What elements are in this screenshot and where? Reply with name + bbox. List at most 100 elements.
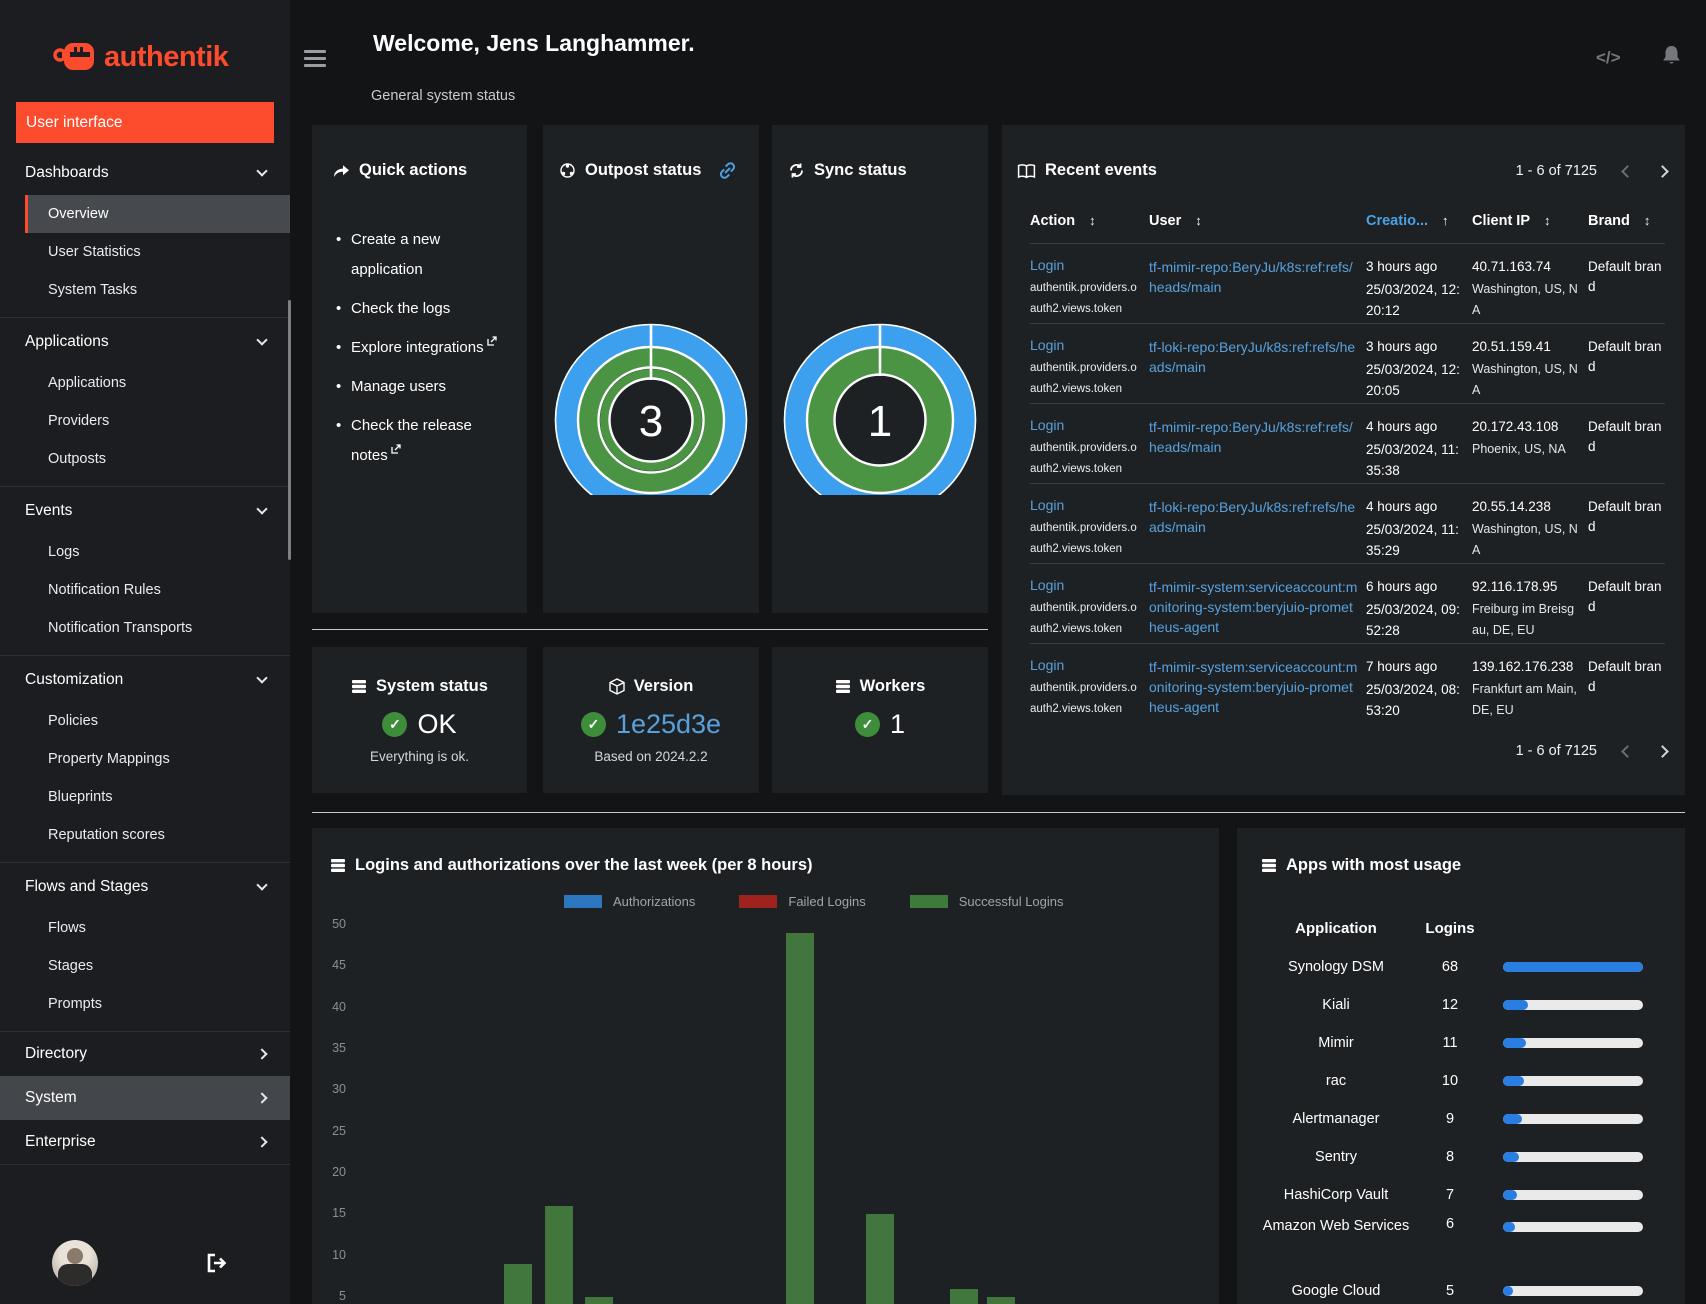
event-brand: Default brand	[1588, 579, 1662, 614]
event-action-link[interactable]: Login	[1030, 417, 1064, 433]
server-icon	[1262, 859, 1276, 872]
sidebar-item-reputation-scores[interactable]: Reputation scores	[0, 816, 290, 854]
event-user-link[interactable]: tf-loki-repo:BeryJu/k8s:ref:refs/heads/m…	[1149, 337, 1359, 377]
event-row: Login authentik.providers.oauth2.views.to…	[1030, 243, 1665, 324]
event-time-ago: 7 hours ago	[1366, 659, 1438, 674]
sidebar-item-notification-transports[interactable]: Notification Transports	[0, 609, 290, 647]
sidebar-item-policies[interactable]: Policies	[0, 702, 290, 740]
system-status-value: OK	[417, 709, 457, 739]
usage-progress-bar	[1503, 962, 1643, 972]
outpost-status-donut: 3	[554, 323, 748, 495]
sidebar-item-property-mappings[interactable]: Property Mappings	[0, 740, 290, 778]
sidebar-item-providers[interactable]: Providers	[0, 402, 290, 440]
pagination-prev-icon[interactable]	[1621, 164, 1634, 178]
sidebar-item-prompts[interactable]: Prompts	[0, 985, 290, 1023]
pagination-prev-icon[interactable]	[1621, 744, 1634, 758]
event-context: authentik.providers.oauth2.views.token	[1030, 682, 1137, 715]
server-icon	[352, 680, 367, 693]
event-brand: Default brand	[1588, 419, 1662, 454]
event-brand: Default brand	[1588, 339, 1662, 374]
event-user-link[interactable]: tf-mimir-repo:BeryJu/k8s:ref:refs/heads/…	[1149, 417, 1359, 457]
event-user-link[interactable]: tf-mimir-repo:BeryJu/k8s:ref:refs/heads/…	[1149, 257, 1359, 297]
workers-value: 1	[889, 709, 906, 739]
app-usage-row: Sentry 8	[1237, 1138, 1685, 1176]
sidebar-item-outposts[interactable]: Outposts	[0, 440, 290, 478]
pagination-next-icon[interactable]	[1656, 164, 1669, 178]
sidebar-item-overview[interactable]: Overview	[25, 195, 290, 233]
chevron-right-icon	[256, 1048, 268, 1060]
nav-group-directory[interactable]: Directory	[0, 1032, 290, 1076]
quick-action-create-application[interactable]: Create a new application	[334, 225, 512, 285]
event-action-link[interactable]: Login	[1030, 577, 1064, 593]
event-brand: Default brand	[1588, 499, 1662, 534]
col-user[interactable]: User ↕	[1149, 203, 1366, 244]
quick-action-manage-users[interactable]: Manage users	[334, 372, 512, 402]
event-location: Freiburg im Breisgau, DE, EU	[1472, 602, 1575, 637]
event-action-link[interactable]: Login	[1030, 497, 1064, 513]
event-user-link[interactable]: tf-mimir-system:serviceaccount:monitorin…	[1149, 577, 1359, 637]
chevron-down-icon	[256, 503, 268, 515]
event-row: Login authentik.providers.oauth2.views.to…	[1030, 403, 1665, 484]
col-creation[interactable]: Creatio... ↑	[1366, 203, 1472, 244]
col-client-ip[interactable]: Client IP ↕	[1472, 203, 1588, 244]
event-user-link[interactable]: tf-loki-repo:BeryJu/k8s:ref:refs/heads/m…	[1149, 497, 1359, 537]
event-ip: 20.51.159.41	[1472, 339, 1551, 354]
check-circle-icon: ✓	[382, 712, 408, 737]
event-ip: 20.55.14.238	[1472, 499, 1551, 514]
nav-group-applications[interactable]: Applications	[0, 320, 290, 364]
chevron-down-icon	[256, 165, 268, 177]
event-context: authentik.providers.oauth2.views.token	[1030, 442, 1137, 475]
system-status-subtitle: Everything is ok.	[369, 749, 470, 764]
events-pagination-top: 1 - 6 of 7125	[1516, 163, 1669, 179]
pagination-next-icon[interactable]	[1656, 744, 1669, 758]
event-context: authentik.providers.oauth2.views.token	[1030, 522, 1137, 555]
link-icon[interactable]	[718, 161, 737, 180]
apps-usage-rows: Synology DSM 68 Kiali 12 Mimir 11 rac 10 Ale…	[1237, 948, 1685, 1304]
logout-icon[interactable]	[204, 1252, 228, 1274]
quick-action-release-notes[interactable]: Check the release notes	[334, 411, 512, 471]
apps-usage-header: Application Logins	[1295, 920, 1475, 937]
event-user-link[interactable]: tf-mimir-system:serviceaccount:monitorin…	[1149, 657, 1359, 717]
event-action-link[interactable]: Login	[1030, 657, 1064, 673]
nav-group-events[interactable]: Events	[0, 489, 290, 533]
quick-action-explore-integrations[interactable]: Explore integrations	[334, 333, 512, 363]
nav-group-customization[interactable]: Customization	[0, 658, 290, 702]
recent-events-panel: Recent events 1 - 6 of 7125 Action ↕ User…	[1002, 125, 1685, 795]
sidebar-item-system-tasks[interactable]: System Tasks	[0, 271, 290, 309]
user-interface-button[interactable]: User interface	[16, 102, 274, 143]
nav-group-dashboards[interactable]: Dashboards	[0, 151, 290, 195]
col-action[interactable]: Action ↕	[1030, 203, 1149, 244]
bar-successful-logins	[585, 1297, 613, 1304]
version-link[interactable]: 1e25d3e	[616, 709, 721, 740]
sidebar-item-logs[interactable]: Logs	[0, 533, 290, 571]
content-scrollbar[interactable]	[288, 300, 291, 560]
app-usage-row: rac 10	[1237, 1062, 1685, 1100]
notifications-bell-icon[interactable]	[1660, 44, 1683, 68]
sort-icon: ↕	[1643, 213, 1651, 228]
event-time-ago: 4 hours ago	[1366, 499, 1438, 514]
event-action-link[interactable]: Login	[1030, 257, 1064, 273]
outpost-count: 3	[639, 397, 663, 446]
sync-count: 1	[868, 397, 892, 446]
system-status-card: System status ✓ OK Everything is ok.	[312, 647, 527, 793]
event-ip: 40.71.163.74	[1472, 259, 1551, 274]
event-row: Login authentik.providers.oauth2.views.to…	[1030, 483, 1665, 564]
sidebar-item-user-statistics[interactable]: User Statistics	[0, 233, 290, 271]
quick-action-check-logs[interactable]: Check the logs	[334, 294, 512, 324]
sidebar-item-stages[interactable]: Stages	[0, 947, 290, 985]
nav-group-flows-and-stages[interactable]: Flows and Stages	[0, 865, 290, 909]
hamburger-menu-icon[interactable]	[304, 50, 326, 68]
nav-group-system[interactable]: System	[0, 1076, 290, 1120]
sidebar-item-applications[interactable]: Applications	[0, 364, 290, 402]
sidebar-item-blueprints[interactable]: Blueprints	[0, 778, 290, 816]
sort-icon: ↕	[1544, 213, 1551, 228]
api-code-icon[interactable]: </>	[1596, 48, 1621, 68]
event-time: 25/03/2024, 08:53:20	[1366, 682, 1460, 718]
nav-group-enterprise[interactable]: Enterprise	[0, 1120, 290, 1164]
event-action-link[interactable]: Login	[1030, 337, 1064, 353]
bar-successful-logins	[950, 1288, 978, 1304]
sidebar-item-flows[interactable]: Flows	[0, 909, 290, 947]
avatar[interactable]	[52, 1240, 98, 1286]
col-brand[interactable]: Brand ↕	[1588, 203, 1665, 244]
sidebar-item-notification-rules[interactable]: Notification Rules	[0, 571, 290, 609]
